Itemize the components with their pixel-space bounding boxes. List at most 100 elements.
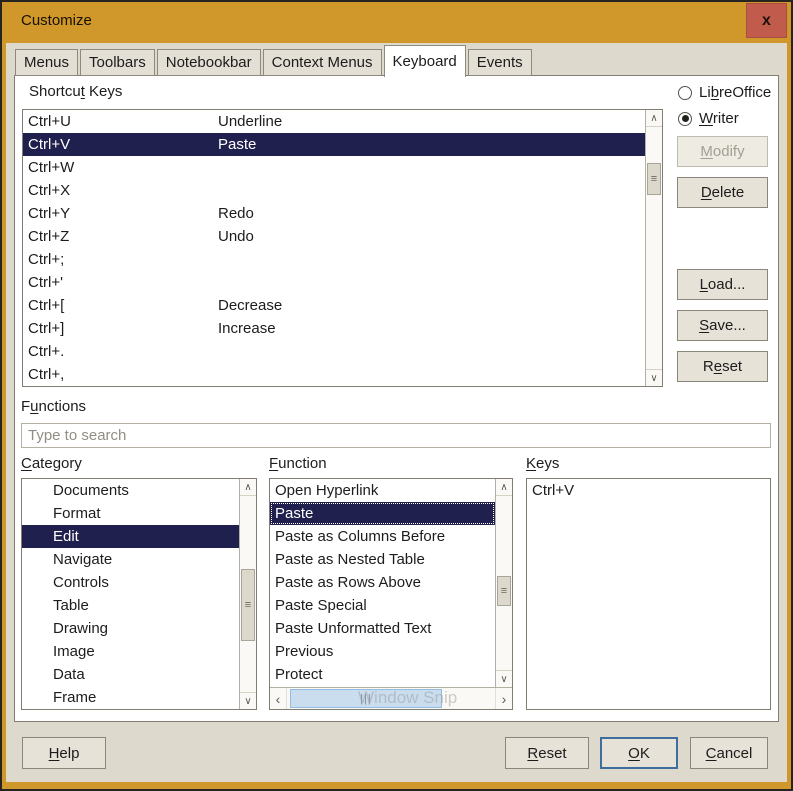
category-item[interactable]: Frame	[22, 686, 239, 709]
function-item[interactable]: Protect	[270, 663, 495, 686]
window-title: Customize	[21, 12, 92, 29]
radio-circle-checked-icon	[678, 112, 692, 126]
function-rows: Open Hyperlink Paste Paste as Columns Be…	[270, 479, 495, 687]
category-item[interactable]: Controls	[22, 571, 239, 594]
grip-icon: ≡	[501, 585, 507, 597]
shortcut-row[interactable]: Ctrl+UUnderline	[23, 110, 645, 133]
shortcut-rows: Ctrl+UUnderline Ctrl+VPaste Ctrl+W Ctrl+…	[23, 110, 645, 386]
function-item[interactable]: Paste as Nested Table	[270, 548, 495, 571]
scroll-right-button[interactable]: ›	[495, 688, 512, 709]
reset-button[interactable]: Reset	[505, 737, 589, 769]
shortcut-row[interactable]: Ctrl+'	[23, 271, 645, 294]
save-button[interactable]: Save...	[677, 310, 768, 341]
chevron-up-icon: ∧	[500, 482, 507, 493]
chevron-down-icon: ∨	[650, 373, 657, 384]
function-item[interactable]: Paste as Rows Above	[270, 571, 495, 594]
category-item[interactable]: Image	[22, 640, 239, 663]
function-item[interactable]: Previous	[270, 640, 495, 663]
shortcut-row[interactable]: Ctrl+;	[23, 248, 645, 271]
function-vertical-scrollbar[interactable]: ∧ ≡ ∨	[495, 479, 512, 687]
grip-icon: ≡	[245, 599, 251, 611]
chevron-down-icon: ∨	[244, 696, 251, 707]
scroll-up-button[interactable]: ∧	[646, 110, 662, 127]
dialog-body: Menus Toolbars Notebookbar Context Menus…	[6, 43, 787, 782]
grip-icon: |||	[360, 693, 372, 705]
shortcut-row[interactable]: Ctrl+ZUndo	[23, 225, 645, 248]
scrollbar-thumb[interactable]: ≡	[241, 569, 255, 641]
shortcut-row[interactable]: Ctrl+X	[23, 179, 645, 202]
close-icon: x	[762, 12, 771, 30]
tab-strip: Menus Toolbars Notebookbar Context Menus…	[15, 43, 534, 76]
category-item-selected[interactable]: Edit	[22, 525, 239, 548]
function-item[interactable]: Paste Unformatted Text	[270, 617, 495, 640]
keys-label: Keys	[526, 455, 559, 472]
scrollbar-thumb[interactable]: ≡	[497, 576, 511, 606]
radio-libreoffice[interactable]: LibreOffice	[678, 84, 771, 101]
keys-list[interactable]: Ctrl+V	[526, 478, 771, 710]
keyboard-tab-panel: Shortcut Keys Ctrl+UUnderline Ctrl+VPast…	[14, 75, 779, 722]
function-item[interactable]: Paste as Columns Before	[270, 525, 495, 548]
radio-circle-icon	[678, 86, 692, 100]
chevron-up-icon: ∧	[244, 482, 251, 493]
category-item[interactable]: Drawing	[22, 617, 239, 640]
chevron-down-icon: ∨	[500, 674, 507, 685]
shortcut-vertical-scrollbar[interactable]: ∧ ≡ ∨	[645, 110, 662, 386]
grip-icon: ≡	[651, 173, 657, 185]
category-vertical-scrollbar[interactable]: ∧ ≡ ∨	[239, 479, 256, 709]
tab-context-menus[interactable]: Context Menus	[263, 49, 382, 76]
tab-notebookbar[interactable]: Notebookbar	[157, 49, 261, 76]
tab-menus[interactable]: Menus	[15, 49, 78, 76]
function-item[interactable]: Open Hyperlink	[270, 479, 495, 502]
reset-side-button[interactable]: Reset	[677, 351, 768, 382]
customize-dialog: { "window": { "title": "Customize", "clo…	[0, 0, 793, 791]
category-item[interactable]: Documents	[22, 479, 239, 502]
scroll-down-button[interactable]: ∨	[646, 369, 662, 386]
cancel-button[interactable]: Cancel	[690, 737, 768, 769]
close-button[interactable]: x	[746, 3, 787, 38]
category-item[interactable]: Table	[22, 594, 239, 617]
scrollbar-thumb[interactable]: ≡	[647, 163, 661, 195]
shortcut-row[interactable]: Ctrl+,	[23, 363, 645, 386]
scroll-down-button[interactable]: ∨	[496, 670, 512, 687]
shortcut-keys-list[interactable]: Ctrl+UUnderline Ctrl+VPaste Ctrl+W Ctrl+…	[22, 109, 663, 387]
shortcut-row-selected[interactable]: Ctrl+VPaste	[23, 133, 645, 156]
shortcut-keys-label: Shortcut Keys	[29, 83, 122, 100]
ok-button[interactable]: OK	[600, 737, 678, 769]
category-item[interactable]: Data	[22, 663, 239, 686]
scroll-down-button[interactable]: ∨	[240, 692, 256, 709]
category-rows: Documents Format Edit Navigate Controls …	[22, 479, 239, 709]
tab-events[interactable]: Events	[468, 49, 532, 76]
function-label: Function	[269, 455, 327, 472]
function-horizontal-scrollbar[interactable]: ‹ ||| ›	[270, 687, 512, 709]
shortcut-row[interactable]: Ctrl+W	[23, 156, 645, 179]
search-input[interactable]	[21, 423, 771, 448]
keys-item[interactable]: Ctrl+V	[527, 479, 770, 502]
function-item[interactable]: Paste Special	[270, 594, 495, 617]
title-bar[interactable]: Customize x	[0, 0, 793, 43]
category-item[interactable]: Format	[22, 502, 239, 525]
shortcut-row[interactable]: Ctrl+YRedo	[23, 202, 645, 225]
chevron-up-icon: ∧	[650, 113, 657, 124]
delete-button[interactable]: Delete	[677, 177, 768, 208]
help-button[interactable]: Help	[22, 737, 106, 769]
scrollbar-thumb[interactable]: |||	[290, 689, 442, 708]
scroll-left-button[interactable]: ‹	[270, 688, 287, 709]
scroll-up-button[interactable]: ∧	[496, 479, 512, 496]
shortcut-row[interactable]: Ctrl+]Increase	[23, 317, 645, 340]
chevron-left-icon: ‹	[276, 691, 281, 707]
shortcut-row[interactable]: Ctrl+.	[23, 340, 645, 363]
category-label: Category	[21, 455, 82, 472]
shortcut-row[interactable]: Ctrl+[Decrease	[23, 294, 645, 317]
tab-toolbars[interactable]: Toolbars	[80, 49, 155, 76]
modify-button: Modify	[677, 136, 768, 167]
radio-writer[interactable]: Writer	[678, 110, 739, 127]
category-item[interactable]: Navigate	[22, 548, 239, 571]
function-list[interactable]: Open Hyperlink Paste Paste as Columns Be…	[269, 478, 513, 710]
function-item-selected[interactable]: Paste	[270, 502, 495, 525]
load-button[interactable]: Load...	[677, 269, 768, 300]
tab-keyboard[interactable]: Keyboard	[384, 45, 466, 77]
functions-label: Functions	[21, 398, 86, 415]
category-list[interactable]: Documents Format Edit Navigate Controls …	[21, 478, 257, 710]
chevron-right-icon: ›	[502, 691, 507, 707]
scroll-up-button[interactable]: ∧	[240, 479, 256, 496]
